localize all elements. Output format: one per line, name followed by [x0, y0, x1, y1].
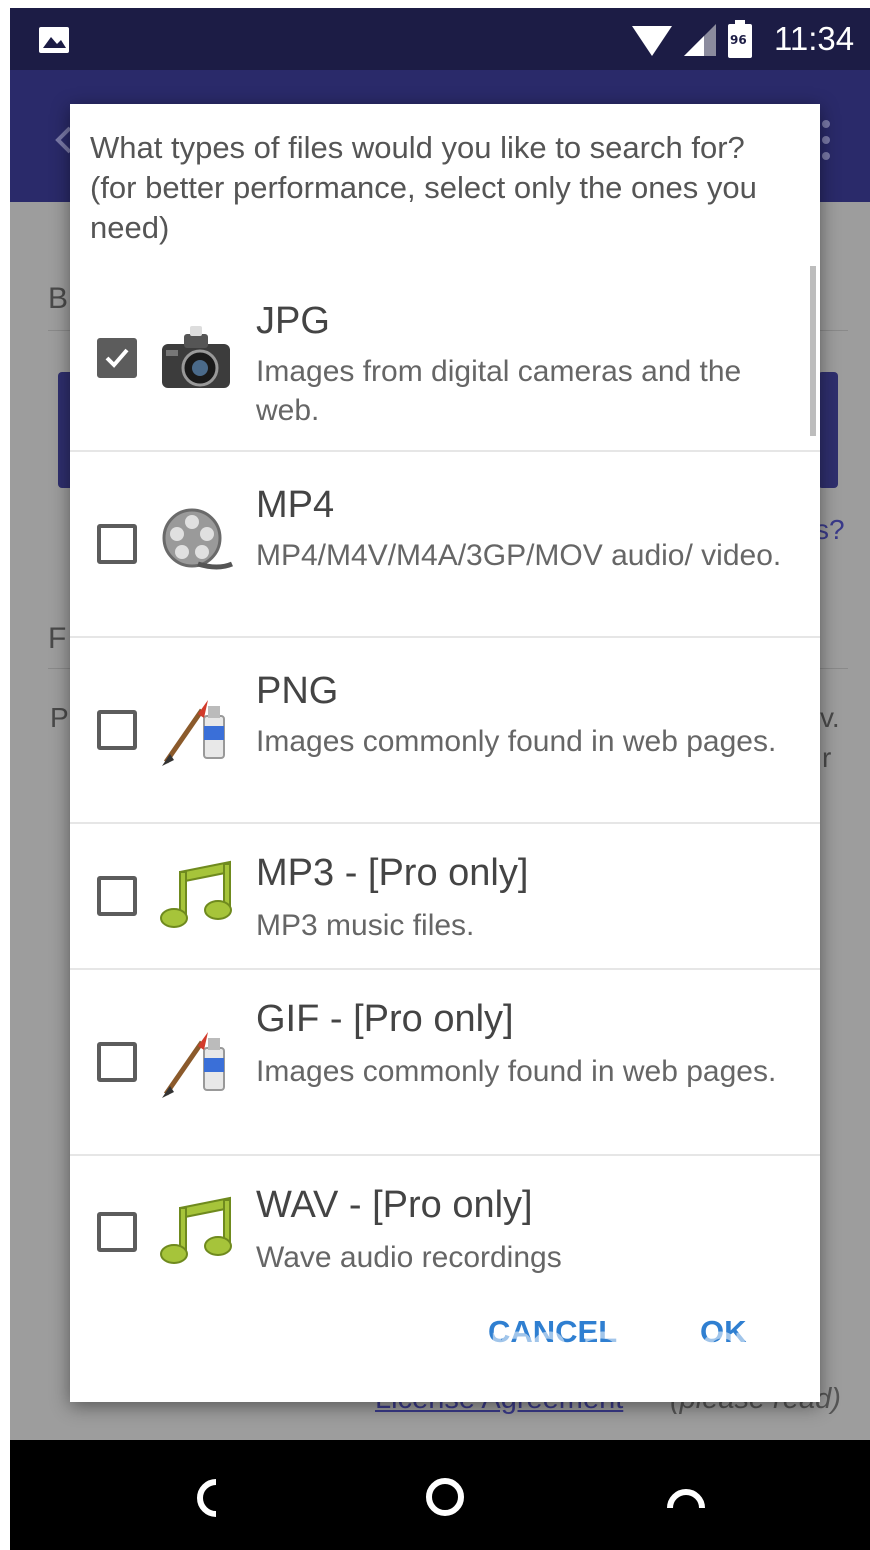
list-item-png[interactable]: PNG Images commonly found in web pages.: [70, 638, 820, 824]
paint-brush-icon: [162, 1032, 225, 1098]
item-title: MP4: [256, 484, 335, 526]
checkbox-png[interactable]: [97, 710, 137, 750]
bg-section-letter: B: [48, 282, 69, 315]
item-description: Images commonly found in web pages.: [256, 1055, 777, 1088]
music-note-icon: [160, 1196, 232, 1264]
signal-icon: [684, 24, 716, 56]
checkbox-mp4[interactable]: [97, 524, 137, 564]
item-title: MP3 - [Pro only]: [256, 852, 529, 894]
checkbox-wav[interactable]: [97, 1212, 137, 1252]
list-item-gif[interactable]: GIF - [Pro only] Images commonly found i…: [70, 970, 820, 1156]
item-title: JPG: [256, 300, 330, 342]
item-description: Wave audio recordings: [256, 1241, 562, 1274]
camera-icon: [162, 326, 230, 388]
status-bar: 96 11:34: [10, 8, 870, 70]
bg-text-fragment: r: [822, 742, 832, 773]
bg-button: [818, 372, 838, 488]
battery-icon: 96: [728, 20, 752, 58]
bg-section-letter: F: [48, 622, 67, 655]
item-description: Images commonly found in web pages.: [256, 725, 777, 758]
back-icon[interactable]: [194, 1478, 222, 1518]
checkbox-gif[interactable]: [97, 1042, 137, 1082]
paint-brush-icon: [162, 700, 225, 766]
bg-text-fragment: v.: [820, 702, 840, 733]
dialog-message: What types of files would you like to se…: [90, 130, 757, 245]
wifi-icon: [632, 26, 672, 56]
music-note-icon: [160, 860, 232, 928]
item-title: GIF - [Pro only]: [256, 998, 514, 1040]
scrollbar-thumb[interactable]: [810, 266, 816, 436]
gallery-icon: [39, 27, 69, 53]
battery-level: 96: [730, 33, 747, 47]
list-item-wav[interactable]: WAV - [Pro only] Wave audio recordings: [70, 1156, 820, 1284]
item-description: Images from digital cameras and the web.: [256, 355, 742, 427]
file-type-list[interactable]: JPG Images from digital cameras and the …: [70, 266, 820, 1284]
file-type-dialog: What types of files would you like to se…: [70, 104, 820, 1402]
status-time: 11:34: [774, 20, 855, 57]
home-icon[interactable]: [424, 1476, 466, 1518]
list-item-mp4[interactable]: MP4 MP4/M4V/M4A/3GP/MOV audio/ video.: [70, 452, 820, 638]
item-description: MP4/M4V/M4A/3GP/MOV audio/ video.: [256, 539, 782, 572]
recents-icon[interactable]: [666, 1488, 706, 1512]
item-title: WAV - [Pro only]: [256, 1184, 533, 1226]
checkbox-jpg[interactable]: [97, 338, 137, 378]
bg-text-fragment: P: [50, 702, 69, 733]
overflow-menu-icon[interactable]: [820, 118, 832, 162]
list-item-jpg[interactable]: JPG Images from digital cameras and the …: [70, 266, 820, 452]
watermark-text: uantrimang: [200, 1298, 756, 1405]
checkbox-mp3[interactable]: [97, 876, 137, 916]
phone-screen: 96 11:34 B s? F P v. r License Agreement…: [10, 8, 870, 1550]
list-item-mp3[interactable]: MP3 - [Pro only] MP3 music files.: [70, 824, 820, 970]
lightbulb-logo-icon: [101, 1295, 195, 1389]
film-reel-icon: [162, 508, 233, 570]
item-description: MP3 music files.: [256, 909, 475, 942]
navigation-bar: [10, 1440, 870, 1550]
item-title: PNG: [256, 670, 339, 712]
checkmark-icon: [105, 348, 129, 368]
